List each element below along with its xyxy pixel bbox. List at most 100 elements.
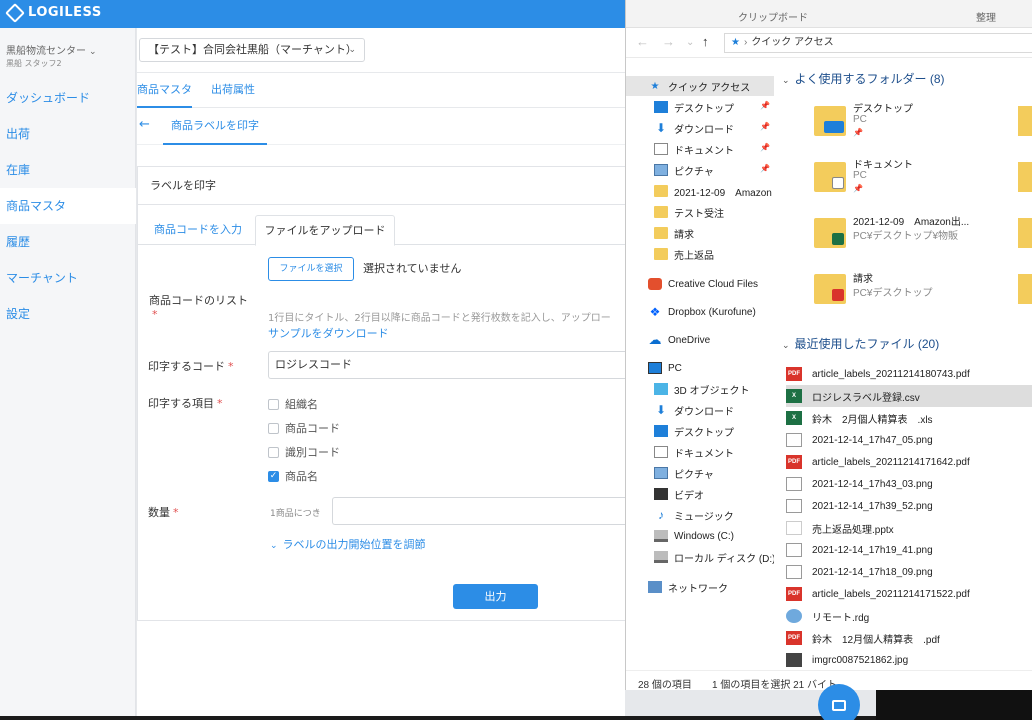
nav-pc-music[interactable]: ♪ ミュージック: [626, 505, 774, 525]
recent-file-row[interactable]: PDF article_labels_20211214180743.pdf: [786, 363, 1032, 385]
folder-icon[interactable]: [1018, 162, 1032, 192]
folder-location: PC: [853, 170, 867, 181]
recent-file-row[interactable]: PDF 鈴木 12月個人精算表 .pdf: [786, 627, 1032, 649]
excel-icon: [832, 233, 844, 245]
folder-tile-desktop[interactable]: [814, 106, 846, 136]
nav-drive-d[interactable]: ローカル ディスク (D:): [626, 547, 774, 567]
print-button[interactable]: 出力: [453, 584, 538, 609]
nav-folder-returns[interactable]: 売上返品: [626, 244, 774, 264]
folder-tile-amazon[interactable]: [814, 218, 846, 248]
nav-label: OneDrive: [668, 334, 711, 346]
status-selection: 1 個の項目を選択 21 バイト: [712, 680, 838, 691]
nav-folder-amazon[interactable]: 2021-12-09 Amazon: [626, 181, 774, 201]
nav-downloads[interactable]: ⬇ ダウンロード 📌: [626, 118, 774, 138]
folder-tile-documents[interactable]: [814, 162, 846, 192]
recent-files-header[interactable]: ⌄ 最近使用したファイル (20): [782, 335, 939, 352]
recent-file-row[interactable]: 2021-12-14_17h19_41.png: [786, 539, 1032, 561]
sidebar-item-shipping[interactable]: 出荷: [0, 116, 136, 152]
tab-product-master[interactable]: 商品マスタ: [137, 73, 192, 108]
nav-label: PC: [668, 362, 682, 374]
logiless-logo[interactable]: LOGILESS: [5, 2, 102, 23]
forward-icon[interactable]: →: [662, 34, 675, 49]
folder-icon[interactable]: [1018, 106, 1032, 136]
nav-onedrive[interactable]: ☁ OneDrive: [626, 330, 774, 350]
sidebar-item-inventory[interactable]: 在庫: [0, 152, 136, 188]
checkbox-product-code[interactable]: 商品コード: [268, 420, 340, 436]
center-switcher[interactable]: 黒船物流センター ⌄: [6, 42, 97, 57]
back-icon[interactable]: ←: [636, 34, 649, 49]
image-file-icon: [786, 543, 802, 557]
recent-file-row[interactable]: X 鈴木 2月個人精算表 .xls: [786, 407, 1032, 429]
nav-pc-videos[interactable]: ビデオ: [626, 484, 774, 504]
file-select-button[interactable]: ファイルを選択: [268, 257, 354, 281]
checkbox-label: 組織名: [285, 398, 318, 411]
checkbox-identifier-code[interactable]: 識別コード: [268, 444, 340, 460]
back-arrow-icon[interactable]: ←: [139, 117, 150, 132]
nav-creative-cloud[interactable]: Creative Cloud Files: [626, 274, 774, 294]
nav-documents[interactable]: ドキュメント 📌: [626, 139, 774, 159]
folder-icon[interactable]: [1018, 274, 1032, 304]
subtabs: 商品マスタ 出荷属性: [137, 72, 625, 108]
folder-location: PC¥デスクトップ¥物販: [853, 231, 959, 242]
file-name: ロジレスラベル登録.csv: [812, 392, 920, 404]
pdf-icon: [832, 289, 844, 301]
nav-label: クイック アクセス: [668, 82, 751, 94]
logo-text: LOGILESS: [28, 5, 102, 20]
sidebar-item-merchant[interactable]: マーチャント: [0, 260, 136, 296]
drive-icon: [654, 530, 668, 542]
tab-upload-file[interactable]: ファイルをアップロード: [255, 215, 395, 246]
nav-folder-billing[interactable]: 請求: [626, 223, 774, 243]
address-bar[interactable]: ★ › クイック アクセス: [724, 33, 1032, 53]
nav-drive-c[interactable]: Windows (C:): [626, 526, 774, 546]
recent-file-row[interactable]: 2021-12-14_17h47_05.png: [786, 429, 1032, 451]
nav-desktop[interactable]: デスクトップ 📌: [626, 97, 774, 117]
checkbox-org-name[interactable]: 組織名: [268, 396, 318, 412]
recent-file-row[interactable]: 2021-12-14_17h43_03.png: [786, 473, 1032, 495]
nav-dropbox[interactable]: ❖ Dropbox (Kurofune): [626, 302, 774, 322]
frequent-folders-header[interactable]: ⌄ よく使用するフォルダー (8): [782, 70, 945, 87]
nav-pc-desktop[interactable]: デスクトップ: [626, 421, 774, 441]
recent-file-row[interactable]: PDF article_labels_20211214171642.pdf: [786, 451, 1032, 473]
folder-icon[interactable]: [1018, 218, 1032, 248]
tab-enter-code[interactable]: 商品コードを入力: [144, 215, 252, 245]
recent-file-row[interactable]: 2021-12-14_17h18_09.png: [786, 561, 1032, 583]
nav-3d-objects[interactable]: 3D オブジェクト: [626, 379, 774, 399]
tab-shipping-attributes[interactable]: 出荷属性: [211, 73, 255, 108]
print-code-select[interactable]: ロジレスコード: [268, 351, 625, 379]
nav-quick-access[interactable]: ★ クイック アクセス: [626, 76, 774, 96]
nav-network[interactable]: ネットワーク: [626, 577, 774, 597]
merchant-select[interactable]: 【テスト】合同会社黒船（マーチャント） ⌄: [139, 38, 365, 62]
nav-pc-documents[interactable]: ドキュメント: [626, 442, 774, 462]
download-sample-link[interactable]: サンプルをダウンロード: [268, 325, 389, 341]
sidebar-item-dashboard[interactable]: ダッシュボード: [0, 80, 136, 116]
sidebar-item-settings[interactable]: 設定: [0, 296, 136, 332]
folder-tile-billing[interactable]: [814, 274, 846, 304]
nav-pc-downloads[interactable]: ⬇ ダウンロード: [626, 400, 774, 420]
chat-support-button[interactable]: [818, 684, 860, 720]
quantity-input[interactable]: [332, 497, 625, 525]
recent-file-row[interactable]: imgrc0087521862.jpg: [786, 649, 1032, 671]
sidebar-item-history[interactable]: 履歴: [0, 224, 136, 260]
nav-label: Dropbox (Kurofune): [668, 306, 756, 318]
breadcrumb-print-label[interactable]: 商品ラベルを印字: [163, 108, 267, 145]
recent-file-row[interactable]: 2021-12-14_17h39_52.png: [786, 495, 1032, 517]
adjust-position-link[interactable]: ⌄ ラベルの出力開始位置を調節: [270, 536, 426, 552]
nav-pc[interactable]: PC: [626, 358, 774, 378]
recent-file-row[interactable]: 売上返品処理.pptx: [786, 517, 1032, 539]
desktop-icon: [654, 101, 668, 113]
chevron-down-icon[interactable]: ⌄: [686, 37, 694, 48]
desktop-icon: [824, 121, 844, 133]
sidebar-item-product-master[interactable]: 商品マスタ: [0, 188, 136, 224]
image-file-icon: [786, 477, 802, 491]
nav-folder-test-orders[interactable]: テスト受注: [626, 202, 774, 222]
nav-pictures[interactable]: ピクチャ 📌: [626, 160, 774, 180]
recent-file-row[interactable]: リモート.rdg: [786, 605, 1032, 627]
checkbox-product-name[interactable]: ✓ 商品名: [268, 468, 318, 484]
up-arrow-icon[interactable]: ↑: [702, 34, 709, 49]
recent-file-row[interactable]: X ロジレスラベル登録.csv: [786, 385, 1032, 407]
recent-file-row[interactable]: PDF article_labels_20211214171522.pdf: [786, 583, 1032, 605]
nav-pc-pictures[interactable]: ピクチャ: [626, 463, 774, 483]
quantity-label: 数量 *: [148, 504, 179, 520]
nav-label: デスクトップ: [674, 103, 734, 115]
file-name: article_labels_20211214171522.pdf: [812, 588, 970, 600]
